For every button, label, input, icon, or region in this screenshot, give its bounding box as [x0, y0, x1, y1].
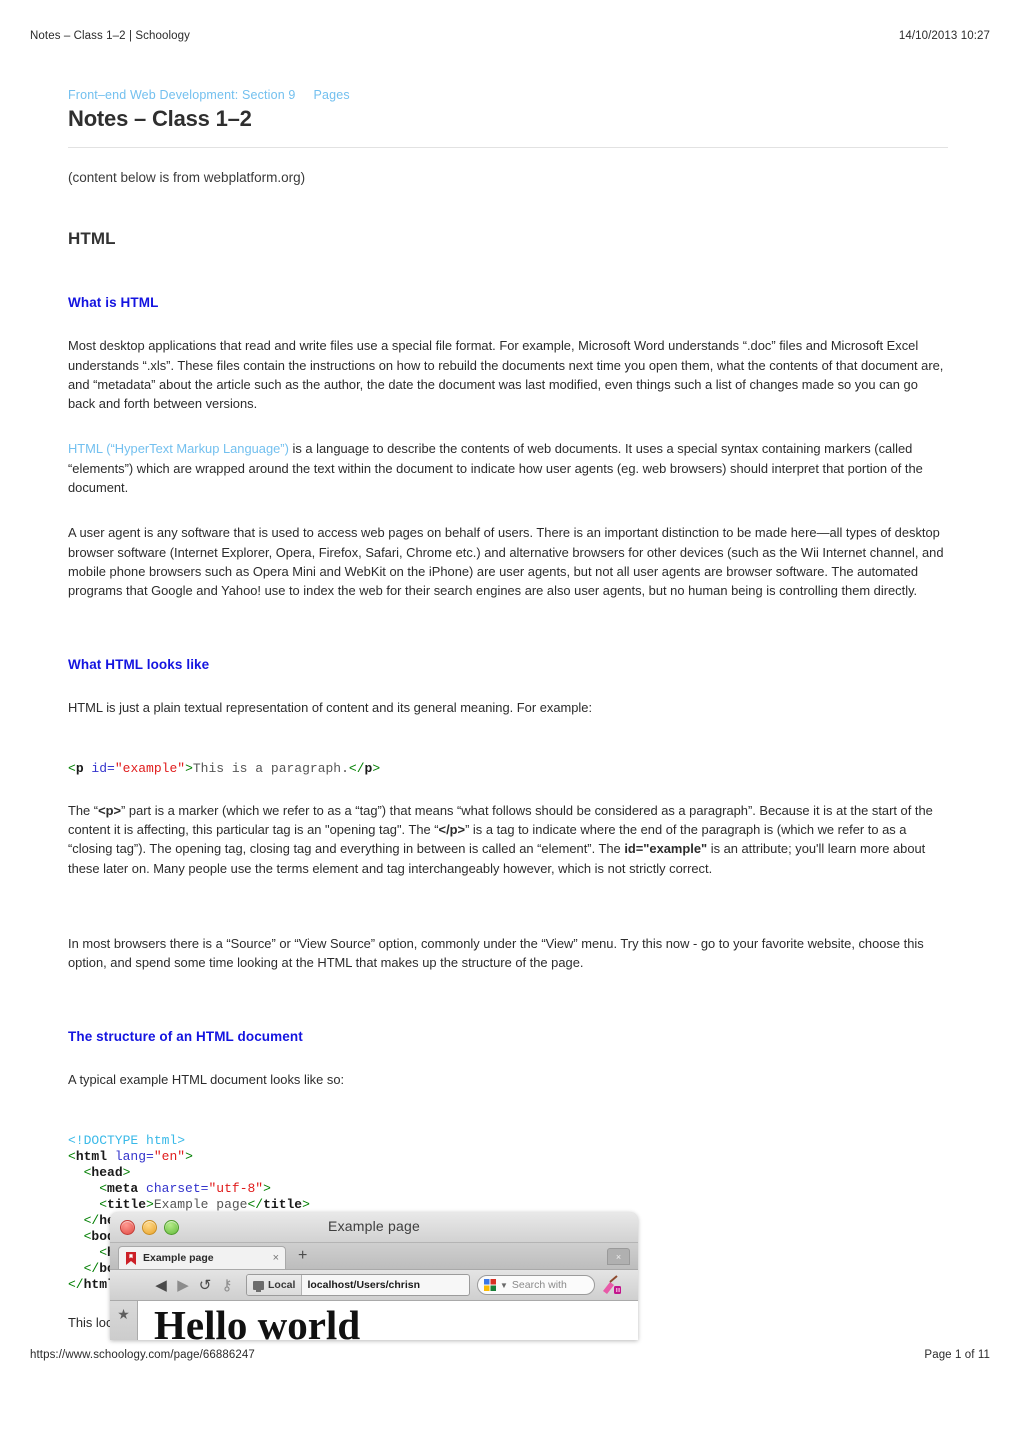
- title-divider: [68, 147, 948, 149]
- search-field[interactable]: ▼ Search with: [477, 1275, 595, 1295]
- code-attr-id: id: [83, 760, 108, 776]
- browser-screenshot-image: Example page Example page × + × ◀ ▶ ↺ ⚷ …: [110, 1212, 638, 1340]
- code-doctype-0: <!DOCTYPE html>: [68, 1132, 186, 1148]
- code-closetag-4: title: [263, 1196, 303, 1212]
- print-header-title: Notes – Class 1–2 | Schoology: [30, 30, 190, 42]
- bookmark-star-icon[interactable]: ★: [117, 1306, 130, 1340]
- bookmarks-sidebar[interactable]: ★: [110, 1301, 138, 1340]
- local-badge: Local: [247, 1275, 303, 1295]
- code-open-bracket: <: [68, 760, 76, 776]
- chevron-down-icon[interactable]: ▼: [500, 1281, 508, 1290]
- subheading-structure-of-html-document: The structure of an HTML document: [68, 1028, 303, 1044]
- browser-tab-label: Example page: [143, 1252, 214, 1264]
- code-attrname-3: charset: [138, 1180, 201, 1196]
- paragraph-view-source: In most browsers there is a “Source” or …: [68, 936, 924, 971]
- print-footer: https://www.schoology.com/page/66886247 …: [30, 1349, 990, 1365]
- code-tagname-2: head: [91, 1164, 123, 1180]
- code-equals-1: =: [146, 1148, 154, 1164]
- new-tab-icon[interactable]: +: [298, 1247, 307, 1265]
- code-end-bracket: >: [372, 760, 381, 776]
- browser-window-title: Example page: [328, 1218, 420, 1234]
- code-bracket-8: </: [83, 1260, 100, 1276]
- code-tagname-1: html: [75, 1148, 108, 1164]
- code-bracket-end-1: >: [185, 1148, 193, 1164]
- tab-overview-icon[interactable]: ×: [607, 1248, 630, 1265]
- code-bracket-3: <: [99, 1180, 108, 1196]
- opera-favicon-icon: [126, 1251, 136, 1265]
- google-search-engine-icon: [484, 1279, 496, 1291]
- tag-explain-attribute: id="example": [624, 841, 708, 857]
- page-content: Front–end Web Development: Section 9 Page…: [68, 88, 948, 1358]
- source-note: (content below is from webplatform.org): [68, 170, 306, 186]
- search-placeholder-label: Search with: [511, 1279, 567, 1291]
- code-closebracket-end-4: >: [302, 1196, 310, 1212]
- paragraph-file-formats: Most desktop applications that read and …: [68, 338, 944, 412]
- code-bracket-5: </: [83, 1212, 100, 1228]
- code-bracket-7: <: [99, 1244, 108, 1260]
- section-heading-html: HTML: [68, 229, 116, 249]
- code-bracket-end-2: >: [122, 1164, 131, 1180]
- code-value-example: "example": [114, 760, 186, 776]
- code-attrvalue-3: "utf-8": [208, 1180, 264, 1196]
- rendered-page-content: Hello world: [138, 1301, 638, 1340]
- tag-explain-part-1: The “: [68, 802, 99, 818]
- code-closebracket-4: </: [247, 1196, 264, 1212]
- browser-titlebar: Example page: [110, 1212, 638, 1243]
- paragraph-tag-explanation: The “<p>” part is a marker (which we ref…: [68, 801, 948, 878]
- paragraph-html-plain-text: HTML is just a plain textual representat…: [68, 699, 593, 715]
- broom-trash-icon[interactable]: [601, 1275, 623, 1295]
- code-bracket-end-3: >: [263, 1180, 271, 1196]
- code-attrvalue-1: "en": [153, 1148, 186, 1164]
- tab-close-icon[interactable]: ×: [273, 1252, 279, 1264]
- breadcrumb-course-link[interactable]: Front–end Web Development: Section 9: [68, 88, 296, 102]
- page-title: Notes – Class 1–2: [68, 106, 252, 131]
- subheading-what-is-html: What is HTML: [68, 295, 159, 311]
- url-text: localhost/Users/chrisn: [307, 1279, 421, 1291]
- monitor-icon: [253, 1280, 264, 1292]
- print-footer-page-number: Page 1 of 11: [924, 1349, 990, 1361]
- print-footer-url: https://www.schoology.com/page/66886247: [30, 1349, 255, 1361]
- key-icon[interactable]: ⚷: [216, 1276, 238, 1294]
- tag-explain-close-tag: </p>: [438, 822, 466, 838]
- browser-viewport: ★ Hello world: [110, 1301, 638, 1340]
- paragraph-typical-document: A typical example HTML document looks li…: [68, 1071, 345, 1087]
- code-close-bracket: >: [185, 760, 193, 776]
- rendered-page-heading: Hello world: [154, 1302, 361, 1340]
- code-bracket-4: <: [99, 1196, 108, 1212]
- reload-icon[interactable]: ↺: [194, 1276, 216, 1294]
- code-close-slash: </: [348, 760, 365, 776]
- code-bracket-9: </: [68, 1276, 84, 1292]
- print-header: Notes – Class 1–2 | Schoology 14/10/2013…: [30, 30, 990, 46]
- tag-explain-open-tag: <p>: [98, 802, 122, 818]
- browser-tab[interactable]: Example page ×: [118, 1246, 286, 1269]
- paragraph-html-definition: HTML (“HyperText Markup Language”) is a …: [68, 439, 948, 497]
- paragraph-user-agents: A user agent is any software that is use…: [68, 525, 944, 599]
- code-text-4: Example page: [153, 1196, 248, 1212]
- code-text-content: This is a paragraph.: [192, 760, 349, 776]
- back-icon[interactable]: ◀: [150, 1276, 172, 1294]
- breadcrumb: Front–end Web Development: Section 9 Page…: [68, 88, 948, 102]
- code-equals: =: [107, 760, 115, 776]
- html-definition-link[interactable]: HTML (“HyperText Markup Language”): [68, 441, 289, 456]
- local-badge-label: Local: [268, 1279, 296, 1291]
- address-bar[interactable]: Local localhost/Users/chrisn: [246, 1274, 470, 1296]
- code-block-paragraph-example: <p id="example">This is a paragraph.</p>: [68, 761, 948, 777]
- browser-tab-bar: Example page × + ×: [110, 1243, 638, 1270]
- code-tagname-3: meta: [107, 1180, 139, 1196]
- browser-nav-bar: ◀ ▶ ↺ ⚷ Local localhost/Users/chrisn ▼ S…: [110, 1270, 638, 1301]
- forward-icon[interactable]: ▶: [172, 1276, 194, 1294]
- code-bracket-1: <: [68, 1148, 76, 1164]
- code-tag-p: p: [75, 760, 84, 776]
- subheading-what-html-looks-like: What HTML looks like: [68, 656, 210, 672]
- breadcrumb-pages-link[interactable]: Pages: [314, 88, 350, 102]
- print-header-timestamp: 14/10/2013 10:27: [898, 30, 990, 42]
- code-tagname-4: title: [107, 1196, 147, 1212]
- code-bracket-end-4: >: [146, 1196, 154, 1212]
- code-attrname-1: lang: [107, 1148, 147, 1164]
